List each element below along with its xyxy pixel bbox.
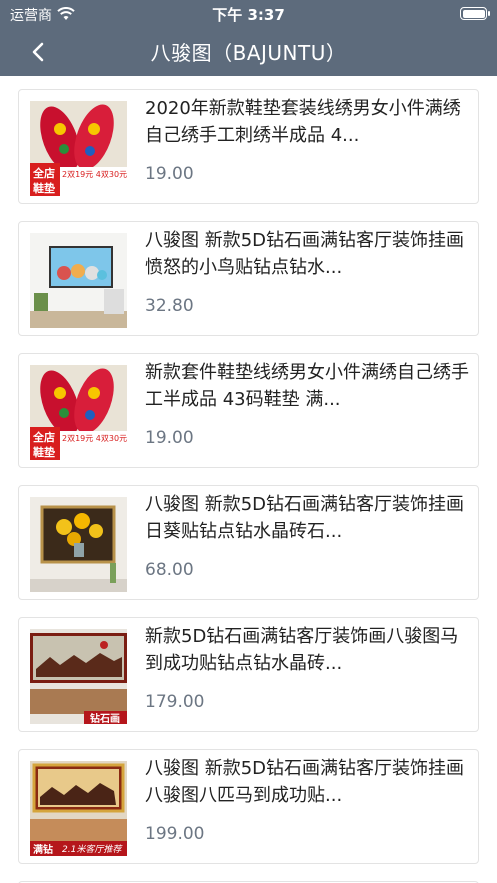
page-title: 八骏图（BAJUNTU） <box>150 41 347 65</box>
item-label: 鞋垫 <box>33 182 55 195</box>
tag-label: 2.1米客厅推荐 <box>62 845 122 855</box>
item-label: 鞋垫 <box>33 446 55 459</box>
product-card[interactable]: 八骏图 新款5D钻石画满钻客厅装饰挂画日葵贴钻点钻水晶砖石... 68.00 <box>18 485 479 600</box>
product-title: 八骏图 新款5D钻石画满钻客厅装饰挂画愤怒的小鸟贴钻点钻水... <box>145 230 465 278</box>
product-price: 32.80 <box>145 296 194 316</box>
product-price: 199.00 <box>145 824 205 844</box>
product-title: 八骏图 新款5D钻石画满钻客厅装饰挂画八骏图八匹马到成功贴... <box>145 758 465 806</box>
product-thumbnail: 满钻 2.1米客厅推荐 <box>30 761 127 856</box>
status-bar: 运营商 下午 3:37 <box>0 0 497 28</box>
product-thumbnail: 全店 鞋垫 2双19元 4双30元 <box>30 101 127 196</box>
clock: 下午 3:37 <box>212 6 285 24</box>
product-card[interactable]: 满钻 2.1米客厅推荐 八骏图 新款5D钻石画满钻客厅装饰挂画八骏图八匹马到成功… <box>18 749 479 864</box>
product-price: 68.00 <box>145 560 194 580</box>
product-card[interactable]: 全店 鞋垫 2双19元 4双30元 新款套件鞋垫线绣男女小件满绣自己绣手工半成品… <box>18 353 479 468</box>
product-card[interactable]: 八骏图 新款5D钻石画满钻客厅装饰挂画愤怒的小鸟贴钻点钻水... 32.80 <box>18 221 479 336</box>
product-title: 八骏图 新款5D钻石画满钻客厅装饰挂画日葵贴钻点钻水晶砖石... <box>145 494 465 542</box>
product-card[interactable]: 钻石画 新款5D钻石画满钻客厅装饰画八骏图马到成功贴钻点钻水晶砖... 179.… <box>18 617 479 732</box>
shop-label: 全店 <box>33 431 55 444</box>
product-title: 新款套件鞋垫线绣男女小件满绣自己绣手工半成品 43码鞋垫 满... <box>145 362 469 410</box>
shop-label: 全店 <box>33 167 55 180</box>
promo-label: 2双19元 4双30元 <box>62 434 127 443</box>
product-thumbnail <box>30 233 127 328</box>
product-price: 19.00 <box>145 428 194 448</box>
product-card[interactable]: 全店 鞋垫 2双19元 4双30元 2020年新款鞋垫套装线绣男女小件满绣自己绣… <box>18 89 479 204</box>
tag-label: 满钻 <box>33 845 53 856</box>
product-title: 新款5D钻石画满钻客厅装饰画八骏图马到成功贴钻点钻水晶砖... <box>145 626 459 674</box>
product-list[interactable]: 全店 鞋垫 2双19元 4双30元 2020年新款鞋垫套装线绣男女小件满绣自己绣… <box>0 76 497 883</box>
product-thumbnail: 钻石画 <box>30 629 127 724</box>
nav-bar: 八骏图（BAJUNTU） <box>0 28 497 76</box>
tag-label: 钻石画 <box>90 714 120 724</box>
product-title: 2020年新款鞋垫套装线绣男女小件满绣自己绣手工刺绣半成品 4... <box>145 98 461 146</box>
promo-label: 2双19元 4双30元 <box>62 170 127 179</box>
product-price: 19.00 <box>145 164 194 184</box>
product-thumbnail <box>30 497 127 592</box>
battery-icon <box>460 7 490 20</box>
product-thumbnail: 全店 鞋垫 2双19元 4双30元 <box>30 365 127 460</box>
product-price: 179.00 <box>145 692 205 712</box>
